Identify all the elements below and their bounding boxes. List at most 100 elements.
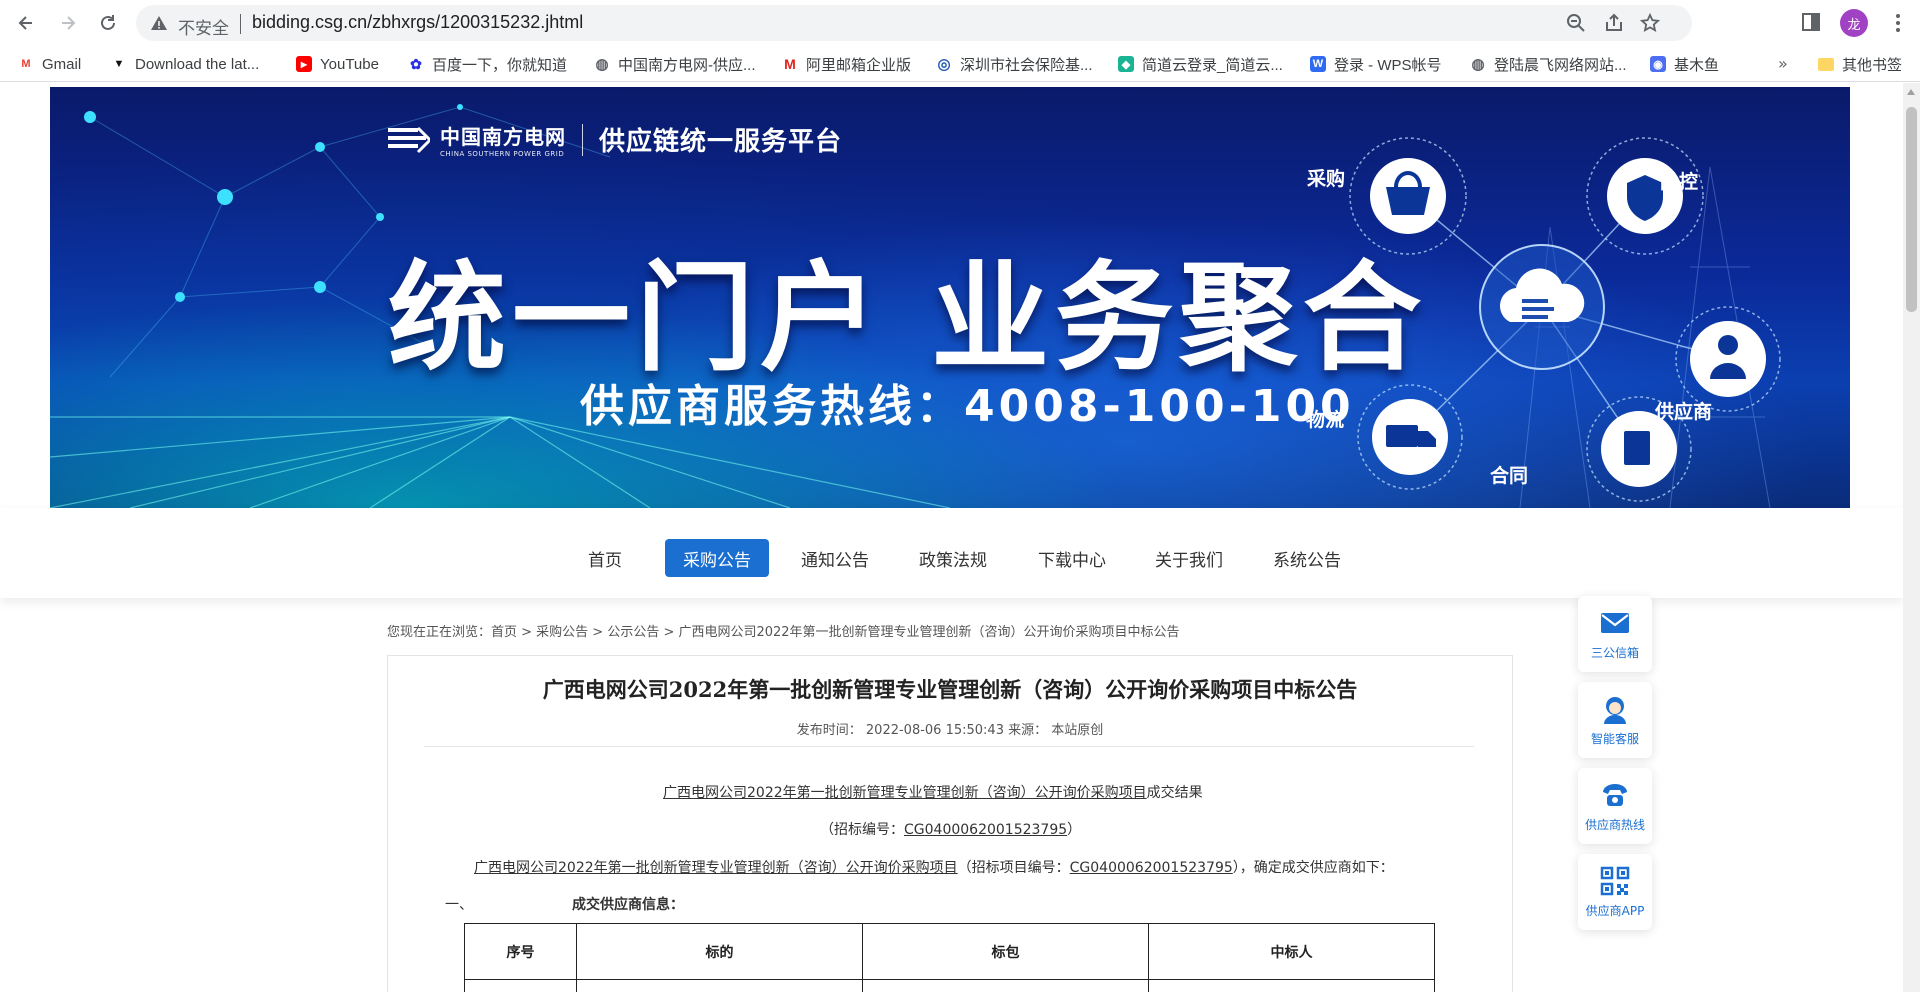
float-button-label: 智能客服 bbox=[1590, 731, 1639, 746]
bookmark-label: Gmail bbox=[42, 55, 82, 73]
column-header: 中标人 bbox=[1148, 923, 1435, 980]
download-shield-icon: ▼ bbox=[111, 56, 127, 72]
float-button-mailbox[interactable]: 三公信箱 bbox=[1578, 596, 1652, 672]
warning-triangle-icon bbox=[151, 16, 167, 30]
bookmark-download[interactable]: ▼ Download the lat... bbox=[111, 52, 259, 76]
nav-home[interactable]: 首页 bbox=[587, 539, 623, 577]
bid-number-prefix: （招标编号： bbox=[820, 822, 904, 838]
globe-icon: ◍ bbox=[594, 56, 610, 73]
table-row bbox=[464, 979, 1435, 992]
bookmark-label: 简道云登录_简道云... bbox=[1142, 56, 1283, 74]
customer-service-icon bbox=[1604, 696, 1626, 724]
bookmark-gmail[interactable]: M Gmail bbox=[18, 52, 81, 76]
page-scrollbar[interactable] bbox=[1903, 83, 1920, 992]
share-icon[interactable] bbox=[1604, 13, 1624, 33]
csg-logo: 中国南方电网 CHINA SOUTHERN POWER GRID 供应链统一服务… bbox=[388, 121, 842, 158]
float-button-hotline[interactable]: 供应商热线 bbox=[1578, 768, 1652, 844]
other-bookmarks-label: 其他书签 bbox=[1842, 55, 1903, 74]
bookmarks-overflow-button[interactable]: » bbox=[1778, 54, 1788, 73]
project-link[interactable]: 广西电网公司2022年第一批创新管理专业管理创新（咨询）公开询价采购项目 bbox=[474, 860, 958, 876]
bookmark-jiandaoyun[interactable]: ◆ 简道云登录_简道云... bbox=[1118, 52, 1283, 76]
nav-system-notice[interactable]: 系统公告 bbox=[1273, 539, 1341, 577]
wps-icon: W bbox=[1310, 56, 1326, 72]
bookmark-aliyun-mail[interactable]: M 阿里邮箱企业版 bbox=[782, 52, 911, 76]
scroll-up-arrow-icon[interactable] bbox=[1907, 89, 1915, 95]
nav-notifications[interactable]: 通知公告 bbox=[801, 539, 869, 577]
main-nav: 首页 采购公告 通知公告 政策法规 下载中心 关于我们 系统公告 bbox=[0, 508, 1903, 598]
bookmark-label: 深圳市社会保险基... bbox=[960, 56, 1093, 74]
bookmark-label: 中国南方电网-供应... bbox=[618, 56, 756, 74]
hub-label-purchase: 采购 bbox=[1307, 168, 1346, 190]
service-hub-graphic bbox=[1349, 137, 1781, 502]
url-text[interactable]: bidding.csg.cn/zbhxrgs/1200315232.jhtml bbox=[252, 12, 583, 33]
bookmark-label: 基木鱼 bbox=[1674, 56, 1720, 74]
folder-icon bbox=[1818, 57, 1834, 71]
nav-about-us[interactable]: 关于我们 bbox=[1155, 539, 1223, 577]
float-button-label: 供应商APP bbox=[1585, 903, 1645, 918]
youtube-icon: ▶ bbox=[296, 56, 312, 72]
bookmark-star-icon[interactable] bbox=[1640, 13, 1660, 33]
bookmark-shenzhen-ss[interactable]: ◎ 深圳市社会保险基... bbox=[936, 52, 1093, 76]
float-button-app[interactable]: 供应商APP bbox=[1578, 854, 1652, 930]
mail-icon bbox=[1601, 612, 1629, 633]
bid-number-suffix: ） bbox=[1067, 822, 1082, 838]
nav-downloads[interactable]: 下载中心 bbox=[1038, 539, 1106, 577]
bookmark-csg[interactable]: ◍ 中国南方电网-供应... bbox=[594, 52, 756, 76]
bookmark-youtube[interactable]: ▶ YouTube bbox=[296, 52, 379, 76]
bid-number[interactable]: CG0400062001523795 bbox=[1070, 860, 1233, 876]
arrow-right-icon bbox=[62, 16, 76, 30]
project-link[interactable]: 广西电网公司2022年第一批创新管理专业管理创新（咨询）公开询价采购项目 bbox=[663, 785, 1147, 801]
arrow-left-icon bbox=[18, 16, 32, 30]
hub-label-supplier: 供应商 bbox=[1655, 401, 1713, 423]
logo-chinese-name: 中国南方电网 bbox=[440, 125, 566, 149]
forward-button[interactable] bbox=[52, 7, 84, 39]
bid-number-line: （招标编号：CG0400062001523795） bbox=[820, 819, 1081, 839]
jiandaoyun-icon: ◆ bbox=[1118, 56, 1134, 72]
section-number: 一、 bbox=[445, 897, 473, 913]
article-title: 广西电网公司2022年第一批创新管理专业管理创新（咨询）公开询价采购项目中标公告 bbox=[542, 677, 1358, 702]
float-button-customer-service[interactable]: 智能客服 bbox=[1578, 682, 1652, 758]
hub-label-contract: 合同 bbox=[1490, 465, 1529, 487]
jimuyu-icon: ◉ bbox=[1650, 56, 1666, 72]
omnibox-divider bbox=[240, 14, 241, 34]
result-heading: 广西电网公司2022年第一批创新管理专业管理创新（咨询）公开询价采购项目成交结果 bbox=[663, 782, 1203, 802]
insecure-label: 不安全 bbox=[178, 19, 229, 39]
side-panel-icon[interactable] bbox=[1800, 11, 1822, 33]
reload-button[interactable] bbox=[92, 7, 124, 39]
bookmarks-bar: M Gmail ▼ Download the lat... ▶ YouTube ✿ 百度… bbox=[0, 46, 1920, 82]
bookmark-label: Download the lat... bbox=[135, 55, 260, 73]
hub-label-logistics: 物流 bbox=[1306, 409, 1345, 431]
browser-menu-button[interactable] bbox=[1888, 9, 1908, 37]
nav-policies[interactable]: 政策法规 bbox=[919, 539, 987, 577]
bookmark-label: 登陆晨飞网络网站... bbox=[1494, 56, 1627, 74]
reload-icon bbox=[101, 15, 115, 30]
baidu-icon: ✿ bbox=[408, 56, 424, 72]
logo-english-name: CHINA SOUTHERN POWER GRID bbox=[440, 150, 565, 158]
hero-banner: 中国南方电网 CHINA SOUTHERN POWER GRID 供应链统一服务… bbox=[50, 87, 1850, 508]
profile-avatar[interactable]: 龙 bbox=[1840, 9, 1868, 37]
bookmark-label: 阿里邮箱企业版 bbox=[806, 56, 912, 74]
logo-divider bbox=[582, 123, 583, 156]
bookmark-chenfei[interactable]: ◍ 登陆晨飞网络网站... bbox=[1470, 52, 1627, 76]
phone-icon bbox=[1603, 783, 1627, 806]
gmail-icon: M bbox=[18, 56, 34, 72]
scrollbar-thumb[interactable] bbox=[1906, 107, 1917, 312]
zoom-icon[interactable] bbox=[1566, 13, 1586, 33]
article-divider bbox=[424, 746, 1474, 747]
bookmark-jimuyu[interactable]: ◉ 基木鱼 bbox=[1650, 52, 1719, 76]
back-button[interactable] bbox=[10, 7, 42, 39]
banner-hotline: 供应商服务热线：4008-100-100 bbox=[580, 381, 1355, 432]
column-header: 序号 bbox=[464, 923, 577, 980]
nav-procurement-notice[interactable]: 采购公告 bbox=[665, 539, 769, 577]
result-heading-suffix: 成交结果 bbox=[1146, 785, 1203, 801]
table-header-row: 序号 标的 标包 中标人 bbox=[464, 923, 1435, 980]
bookmark-baidu[interactable]: ✿ 百度一下，你就知道 bbox=[408, 52, 567, 76]
breadcrumb[interactable]: 您现在正在浏览：首页 > 采购公告 > 公示公告 > 广西电网公司2022年第一… bbox=[387, 621, 1180, 640]
qr-code-icon bbox=[1600, 866, 1630, 895]
bid-number[interactable]: CG0400062001523795 bbox=[904, 822, 1067, 838]
address-bar[interactable]: 不安全 bidding.csg.cn/zbhxrgs/1200315232.jh… bbox=[136, 5, 1692, 41]
result-table: 序号 标的 标包 中标人 bbox=[464, 923, 1435, 992]
other-bookmarks-folder[interactable]: 其他书签 bbox=[1818, 52, 1902, 76]
bookmark-wps[interactable]: W 登录 - WPS帐号 bbox=[1310, 52, 1442, 76]
bookmark-label: 百度一下，你就知道 bbox=[432, 56, 568, 74]
